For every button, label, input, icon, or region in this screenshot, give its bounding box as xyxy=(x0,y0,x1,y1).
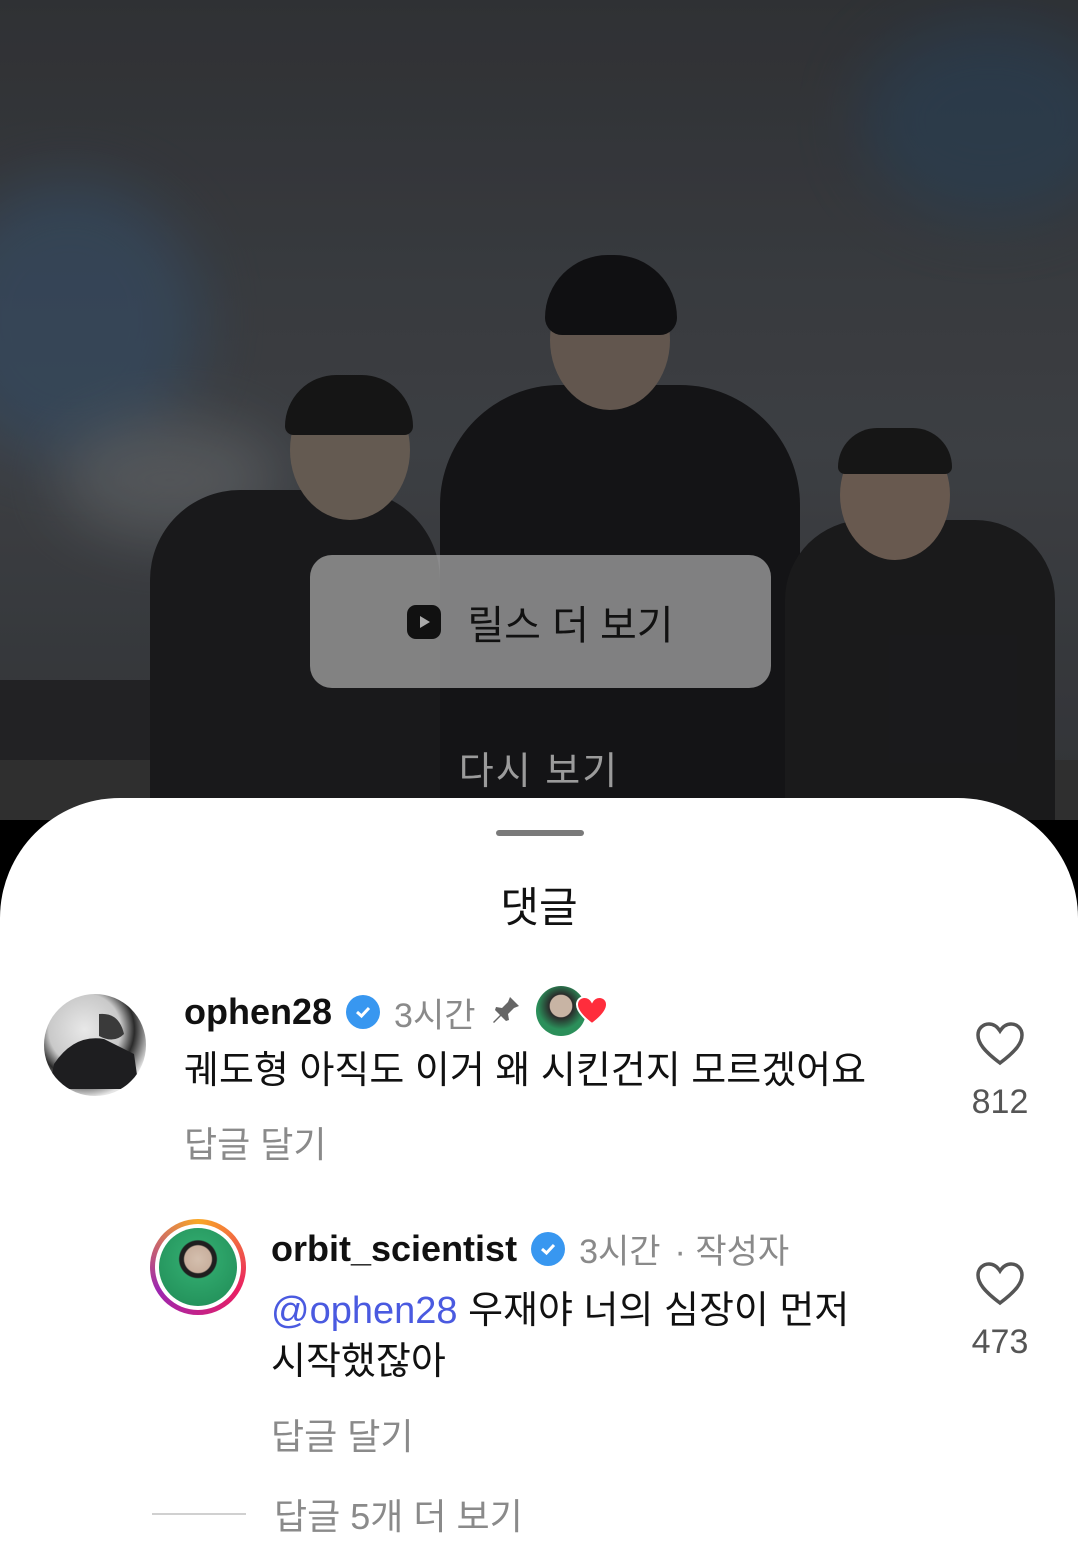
comment-text: 궤도형 아직도 이거 왜 시킨건지 모르겠어요 xyxy=(184,1050,867,1092)
avatar[interactable] xyxy=(44,994,146,1096)
reel-video[interactable]: 릴스 더 보기 다시 보기 xyxy=(0,0,1078,820)
reply-item: orbit_scientist 3시간 · 작성자 @ophen28 우재야 너… xyxy=(0,1216,1078,1457)
view-more-replies-label: 답글 5개 더 보기 xyxy=(274,1496,523,1537)
comment-time: 3시간 xyxy=(394,996,476,1035)
like-count: 473 xyxy=(971,1323,1029,1361)
like-control[interactable]: 473 xyxy=(950,1262,1050,1362)
sheet-title: 댓글 xyxy=(500,884,578,931)
view-more-replies[interactable]: 답글 5개 더 보기 xyxy=(152,1488,523,1540)
creator-liked-avatar xyxy=(535,986,608,1038)
avatar[interactable] xyxy=(150,1219,246,1315)
comment-text-line: 우재야 너의 심장이 먼저 xyxy=(457,1290,850,1332)
heart-icon xyxy=(575,995,608,1031)
pin-icon xyxy=(490,994,522,1031)
like-count: 812 xyxy=(971,1083,1029,1121)
comment-username[interactable]: ophen28 xyxy=(184,991,332,1033)
comment-text: @ophen28 우재야 너의 심장이 먼저 시작했잖아 xyxy=(271,1286,931,1389)
like-control[interactable]: 812 xyxy=(950,1022,1050,1122)
heart-icon[interactable] xyxy=(976,1262,1024,1314)
divider xyxy=(152,1513,246,1515)
comment-username[interactable]: orbit_scientist xyxy=(271,1228,517,1270)
reply-button[interactable]: 답글 달기 xyxy=(271,1408,413,1460)
reply-button[interactable]: 답글 달기 xyxy=(184,1116,326,1168)
more-reels-label: 릴스 더 보기 xyxy=(467,603,674,648)
comment-time: 3시간 xyxy=(579,1233,661,1271)
comment-text-line: 시작했잖아 xyxy=(271,1341,446,1384)
comment-item: ophen28 3시간 궤도형 아직도 이거 왜 시킨건지 모르겠어요 답글 달… xyxy=(0,978,1078,1168)
drag-handle[interactable] xyxy=(496,830,584,836)
author-tag: · 작성자 xyxy=(674,1233,790,1271)
comments-sheet: 댓글 ophen28 3시간 궤도형 아직도 이거 왜 시킨건지 모르겠어요 답… xyxy=(0,798,1078,1556)
mention-link[interactable]: @ophen28 xyxy=(271,1290,458,1332)
verified-icon xyxy=(346,995,381,1029)
heart-icon[interactable] xyxy=(976,1022,1024,1074)
more-reels-button[interactable]: 릴스 더 보기 xyxy=(310,555,771,688)
play-icon xyxy=(407,604,442,639)
verified-icon xyxy=(531,1231,566,1266)
replay-button[interactable]: 다시 보기 xyxy=(0,740,1078,795)
